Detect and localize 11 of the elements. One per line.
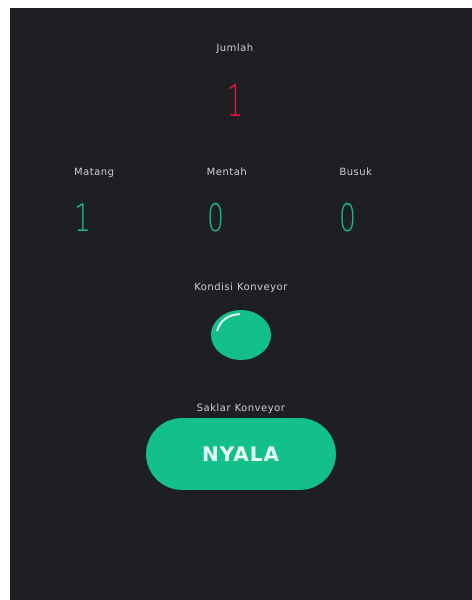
counter-value: 0 [206,196,224,240]
counter-value: 1 [74,196,91,240]
counter-label: Matang [74,167,114,178]
counter-value: 0 [339,196,356,240]
switch-label: Saklar Konveyor [196,403,286,414]
total-label: Jumlah [216,43,254,54]
counter-label: Mentah [206,167,248,178]
indicator-label: Kondisi Konveyor [194,282,288,293]
power-button[interactable]: NYALA [146,418,336,490]
total-value: 1 [226,76,244,127]
counter-label: Busuk [339,167,372,178]
